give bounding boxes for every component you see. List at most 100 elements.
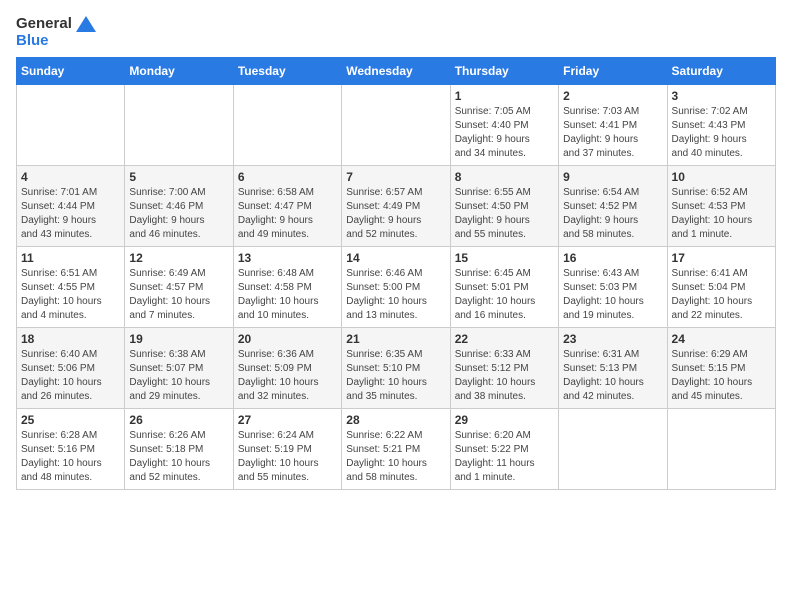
day-info: Sunrise: 6:31 AMSunset: 5:13 PMDaylight:… bbox=[563, 348, 662, 404]
calendar-cell: 26 Sunrise: 6:26 AMSunset: 5:18 PMDayligh… bbox=[125, 409, 233, 490]
calendar-cell: 19 Sunrise: 6:38 AMSunset: 5:07 PMDayligh… bbox=[125, 328, 233, 409]
day-info: Sunrise: 7:01 AMSunset: 4:44 PMDaylight:… bbox=[21, 186, 120, 242]
day-number: 9 bbox=[563, 170, 662, 184]
day-info: Sunrise: 7:05 AMSunset: 4:40 PMDaylight:… bbox=[455, 105, 554, 161]
day-number: 12 bbox=[129, 251, 228, 265]
day-info: Sunrise: 6:43 AMSunset: 5:03 PMDaylight:… bbox=[563, 267, 662, 323]
calendar-cell: 21 Sunrise: 6:35 AMSunset: 5:10 PMDayligh… bbox=[342, 328, 450, 409]
weekday-header-sunday: Sunday bbox=[17, 58, 125, 85]
calendar-cell bbox=[559, 409, 667, 490]
day-number: 14 bbox=[346, 251, 445, 265]
calendar-cell: 25Sunrise: 6:28 AMSunset: 5:16 PMDayligh… bbox=[17, 409, 125, 490]
calendar-cell: 16Sunrise: 6:43 AMSunset: 5:03 PMDayligh… bbox=[559, 247, 667, 328]
day-info: Sunrise: 6:48 AMSunset: 4:58 PMDaylight:… bbox=[238, 267, 337, 323]
calendar-cell bbox=[342, 85, 450, 166]
week-row-4: 18 Sunrise: 6:40 AMSunset: 5:06 PMDayligh… bbox=[17, 328, 776, 409]
day-number: 10 bbox=[672, 170, 771, 184]
calendar-cell: 29 Sunrise: 6:20 AMSunset: 5:22 PMDayligh… bbox=[450, 409, 558, 490]
day-info: Sunrise: 6:41 AMSunset: 5:04 PMDaylight:… bbox=[672, 267, 771, 323]
calendar-cell: 12 Sunrise: 6:49 AMSunset: 4:57 PMDayligh… bbox=[125, 247, 233, 328]
calendar-cell: 9 Sunrise: 6:54 AMSunset: 4:52 PMDaylight… bbox=[559, 166, 667, 247]
calendar-cell: 24Sunrise: 6:29 AMSunset: 5:15 PMDayligh… bbox=[667, 328, 775, 409]
weekday-header-thursday: Thursday bbox=[450, 58, 558, 85]
day-info: Sunrise: 6:22 AMSunset: 5:21 PMDaylight:… bbox=[346, 429, 445, 485]
weekday-header-row: SundayMondayTuesdayWednesdayThursdayFrid… bbox=[17, 58, 776, 85]
day-info: Sunrise: 6:55 AMSunset: 4:50 PMDaylight:… bbox=[455, 186, 554, 242]
logo-general: General bbox=[16, 16, 96, 33]
calendar-cell: 3Sunrise: 7:02 AMSunset: 4:43 PMDaylight… bbox=[667, 85, 775, 166]
day-number: 13 bbox=[238, 251, 337, 265]
day-number: 5 bbox=[129, 170, 228, 184]
calendar-cell bbox=[125, 85, 233, 166]
day-number: 23 bbox=[563, 332, 662, 346]
calendar-cell: 18 Sunrise: 6:40 AMSunset: 5:06 PMDayligh… bbox=[17, 328, 125, 409]
day-info: Sunrise: 6:26 AMSunset: 5:18 PMDaylight:… bbox=[129, 429, 228, 485]
calendar-cell: 7Sunrise: 6:57 AMSunset: 4:49 PMDaylight… bbox=[342, 166, 450, 247]
calendar-cell: 20 Sunrise: 6:36 AMSunset: 5:09 PMDayligh… bbox=[233, 328, 341, 409]
weekday-header-friday: Friday bbox=[559, 58, 667, 85]
day-info: Sunrise: 6:52 AMSunset: 4:53 PMDaylight:… bbox=[672, 186, 771, 242]
day-number: 29 bbox=[455, 413, 554, 427]
day-number: 18 bbox=[21, 332, 120, 346]
day-info: Sunrise: 6:24 AMSunset: 5:19 PMDaylight:… bbox=[238, 429, 337, 485]
calendar-cell: 1 Sunrise: 7:05 AMSunset: 4:40 PMDaylight… bbox=[450, 85, 558, 166]
day-info: Sunrise: 6:36 AMSunset: 5:09 PMDaylight:… bbox=[238, 348, 337, 404]
calendar-cell: 17 Sunrise: 6:41 AMSunset: 5:04 PMDayligh… bbox=[667, 247, 775, 328]
calendar-cell: 4 Sunrise: 7:01 AMSunset: 4:44 PMDaylight… bbox=[17, 166, 125, 247]
weekday-header-wednesday: Wednesday bbox=[342, 58, 450, 85]
day-number: 20 bbox=[238, 332, 337, 346]
day-info: Sunrise: 7:02 AMSunset: 4:43 PMDaylight:… bbox=[672, 105, 771, 161]
calendar-cell: 13 Sunrise: 6:48 AMSunset: 4:58 PMDayligh… bbox=[233, 247, 341, 328]
weekday-header-saturday: Saturday bbox=[667, 58, 775, 85]
week-row-5: 25Sunrise: 6:28 AMSunset: 5:16 PMDayligh… bbox=[17, 409, 776, 490]
calendar-cell: 28Sunrise: 6:22 AMSunset: 5:21 PMDayligh… bbox=[342, 409, 450, 490]
calendar-cell: 14 Sunrise: 6:46 AMSunset: 5:00 PMDayligh… bbox=[342, 247, 450, 328]
day-number: 2 bbox=[563, 89, 662, 103]
day-info: Sunrise: 6:40 AMSunset: 5:06 PMDaylight:… bbox=[21, 348, 120, 404]
day-info: Sunrise: 6:58 AMSunset: 4:47 PMDaylight:… bbox=[238, 186, 337, 242]
logo-blue: Blue bbox=[16, 33, 49, 50]
day-info: Sunrise: 6:46 AMSunset: 5:00 PMDaylight:… bbox=[346, 267, 445, 323]
day-number: 8 bbox=[455, 170, 554, 184]
day-number: 27 bbox=[238, 413, 337, 427]
calendar-cell bbox=[233, 85, 341, 166]
calendar-cell: 11 Sunrise: 6:51 AMSunset: 4:55 PMDayligh… bbox=[17, 247, 125, 328]
calendar-cell bbox=[17, 85, 125, 166]
day-number: 25 bbox=[21, 413, 120, 427]
day-number: 22 bbox=[455, 332, 554, 346]
day-info: Sunrise: 6:54 AMSunset: 4:52 PMDaylight:… bbox=[563, 186, 662, 242]
calendar-cell: 2 Sunrise: 7:03 AMSunset: 4:41 PMDaylight… bbox=[559, 85, 667, 166]
header: General Blue bbox=[16, 16, 776, 49]
day-number: 19 bbox=[129, 332, 228, 346]
calendar-cell: 6Sunrise: 6:58 AMSunset: 4:47 PMDaylight… bbox=[233, 166, 341, 247]
day-info: Sunrise: 7:00 AMSunset: 4:46 PMDaylight:… bbox=[129, 186, 228, 242]
calendar-cell: 5 Sunrise: 7:00 AMSunset: 4:46 PMDaylight… bbox=[125, 166, 233, 247]
day-number: 24 bbox=[672, 332, 771, 346]
calendar-cell: 10 Sunrise: 6:52 AMSunset: 4:53 PMDayligh… bbox=[667, 166, 775, 247]
day-number: 17 bbox=[672, 251, 771, 265]
weekday-header-monday: Monday bbox=[125, 58, 233, 85]
day-info: Sunrise: 6:33 AMSunset: 5:12 PMDaylight:… bbox=[455, 348, 554, 404]
day-info: Sunrise: 6:49 AMSunset: 4:57 PMDaylight:… bbox=[129, 267, 228, 323]
logo: General Blue bbox=[16, 16, 96, 49]
day-number: 15 bbox=[455, 251, 554, 265]
week-row-1: 1 Sunrise: 7:05 AMSunset: 4:40 PMDaylight… bbox=[17, 85, 776, 166]
calendar-cell: 23 Sunrise: 6:31 AMSunset: 5:13 PMDayligh… bbox=[559, 328, 667, 409]
week-row-3: 11 Sunrise: 6:51 AMSunset: 4:55 PMDayligh… bbox=[17, 247, 776, 328]
calendar-table: SundayMondayTuesdayWednesdayThursdayFrid… bbox=[16, 57, 776, 490]
day-info: Sunrise: 6:38 AMSunset: 5:07 PMDaylight:… bbox=[129, 348, 228, 404]
day-number: 11 bbox=[21, 251, 120, 265]
day-info: Sunrise: 7:03 AMSunset: 4:41 PMDaylight:… bbox=[563, 105, 662, 161]
day-number: 4 bbox=[21, 170, 120, 184]
weekday-header-tuesday: Tuesday bbox=[233, 58, 341, 85]
day-number: 1 bbox=[455, 89, 554, 103]
day-info: Sunrise: 6:45 AMSunset: 5:01 PMDaylight:… bbox=[455, 267, 554, 323]
day-number: 26 bbox=[129, 413, 228, 427]
day-info: Sunrise: 6:35 AMSunset: 5:10 PMDaylight:… bbox=[346, 348, 445, 404]
day-number: 21 bbox=[346, 332, 445, 346]
calendar-cell: 15 Sunrise: 6:45 AMSunset: 5:01 PMDayligh… bbox=[450, 247, 558, 328]
day-info: Sunrise: 6:51 AMSunset: 4:55 PMDaylight:… bbox=[21, 267, 120, 323]
day-info: Sunrise: 6:20 AMSunset: 5:22 PMDaylight:… bbox=[455, 429, 554, 485]
calendar-cell bbox=[667, 409, 775, 490]
calendar-cell: 27 Sunrise: 6:24 AMSunset: 5:19 PMDayligh… bbox=[233, 409, 341, 490]
